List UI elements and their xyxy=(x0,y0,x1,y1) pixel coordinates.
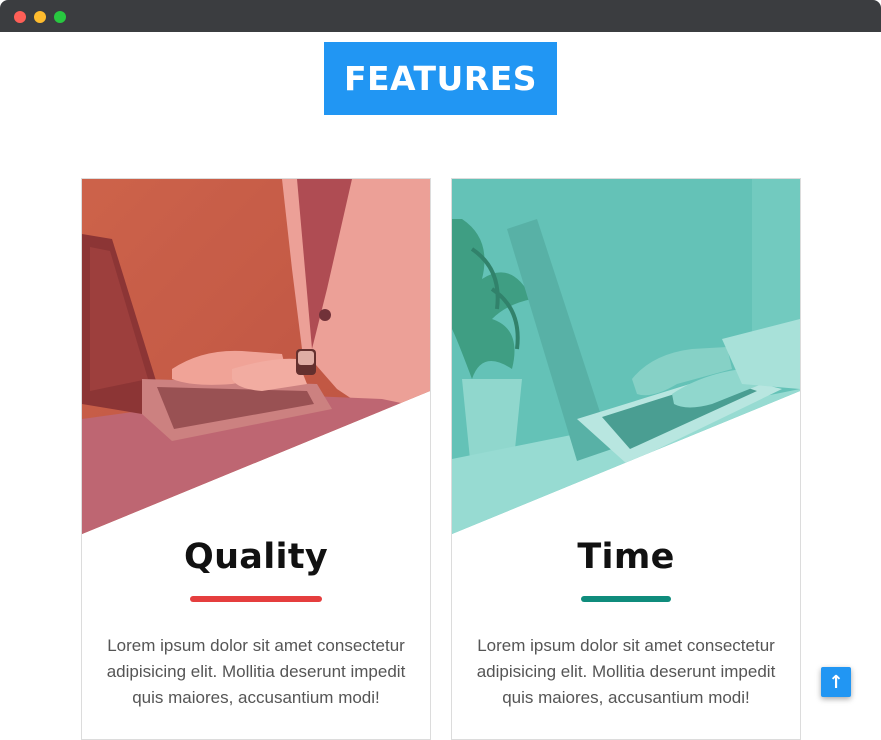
card-title: Time xyxy=(577,537,675,577)
window-maximize-button[interactable] xyxy=(54,11,66,23)
card-image-laptop-orange xyxy=(82,179,430,539)
title-underline xyxy=(190,596,322,602)
card-description: Lorem ipsum dolor sit amet consectetur a… xyxy=(476,636,776,707)
window-minimize-button[interactable] xyxy=(34,11,46,23)
section-title: FEATURES xyxy=(324,42,557,115)
back-to-top-button[interactable]: ↑ xyxy=(821,667,851,697)
arrow-up-icon: ↑ xyxy=(828,671,844,693)
card-image-laptop-teal xyxy=(452,179,800,539)
title-underline xyxy=(581,596,671,602)
feature-card-quality: Quality Lorem ipsum dolor sit amet conse… xyxy=(81,178,431,740)
browser-titlebar xyxy=(0,0,881,32)
feature-card-time: Time Lorem ipsum dolor sit amet consecte… xyxy=(451,178,801,740)
card-description: Lorem ipsum dolor sit amet consectetur a… xyxy=(106,636,406,707)
window-close-button[interactable] xyxy=(14,11,26,23)
card-title: Quality xyxy=(184,537,328,577)
